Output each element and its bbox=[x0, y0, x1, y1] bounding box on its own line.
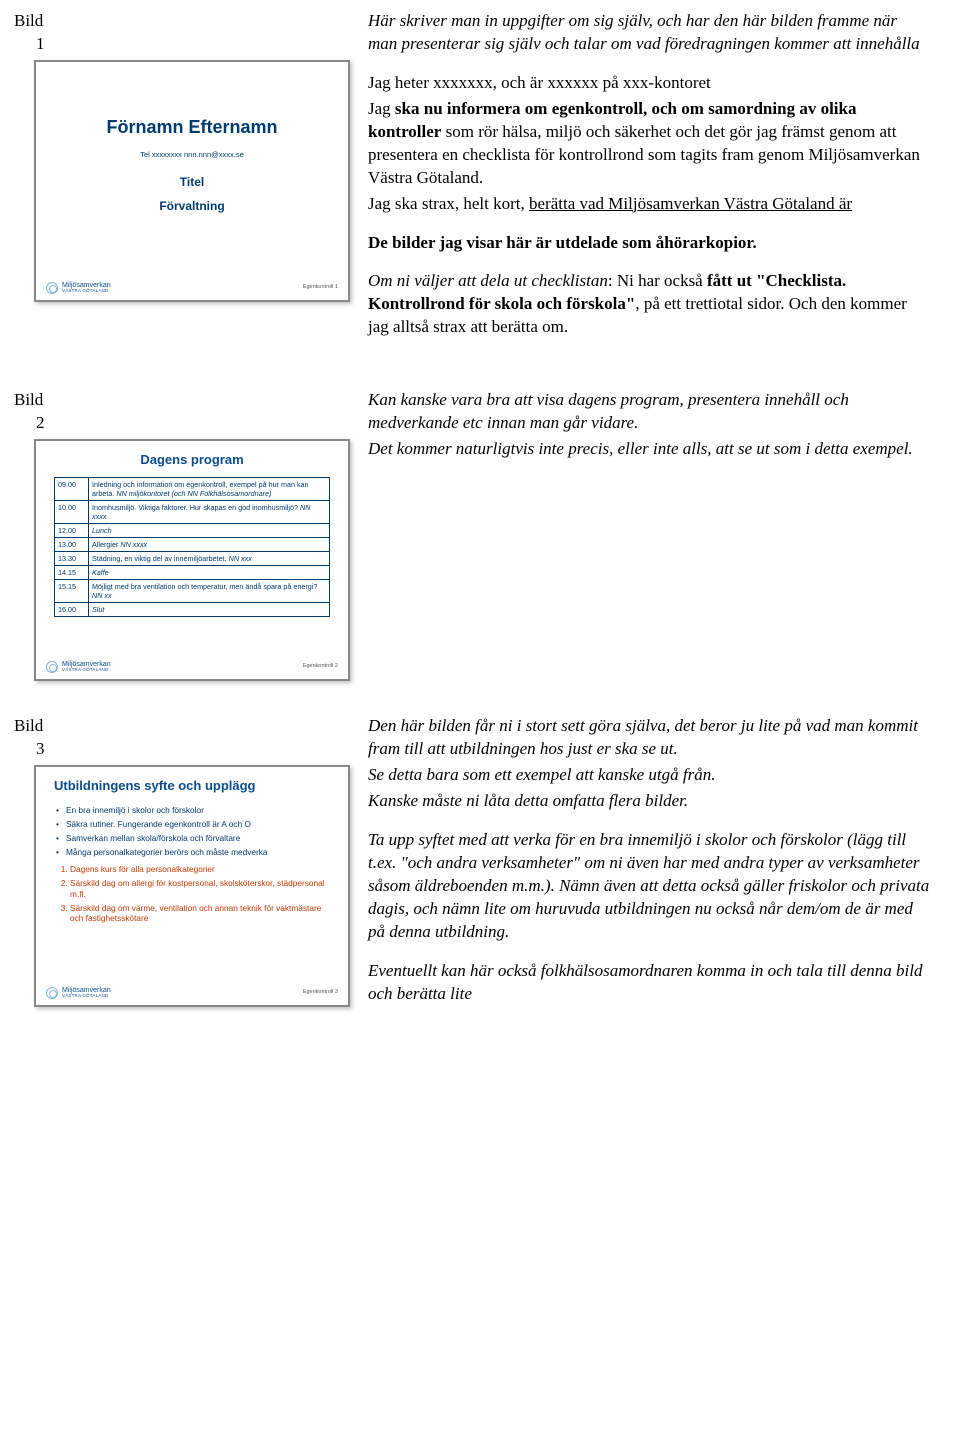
r3-p1b: Se detta bara som ett exempel att kanske… bbox=[368, 764, 930, 787]
slide-3-body: Utbildningens syfte och upplägg En bra i… bbox=[36, 767, 348, 983]
list-item: Dagens kurs för alla personalkategorier bbox=[70, 864, 330, 875]
r1-p3: De bilder jag visar här är utdelade som … bbox=[368, 232, 930, 255]
logo-sub: VÄSTRA GÖTALAND bbox=[62, 289, 111, 294]
r3-p3: Eventuellt kan här också folkhälsosamord… bbox=[368, 960, 930, 1006]
slide1-tel: Tel xxxxxxxx nnn.nnn@xxxx.se bbox=[140, 150, 243, 160]
slide1-sub2: Förvaltning bbox=[159, 198, 224, 214]
r1-p4-it: Om ni väljer att dela ut checklistan bbox=[368, 271, 608, 290]
r2-p2: Det kommer naturligtvis inte precis, ell… bbox=[368, 438, 930, 461]
left-col-3: Bild 3 Utbildningens syfte och upplägg E… bbox=[14, 715, 350, 1021]
list-item: Särskild dag om värme, ventilation och a… bbox=[70, 903, 330, 925]
desc-cell: Lunch bbox=[89, 523, 330, 537]
doc-row-1: Bild 1 Förnamn Efternamn Tel xxxxxxxx nn… bbox=[0, 0, 960, 379]
left-col-2: Bild 2 Dagens program 09.00Inledning och… bbox=[14, 389, 350, 681]
logo-icon-2 bbox=[46, 661, 58, 673]
r1-p2c-under: berätta vad Miljösamverkan Västra Götala… bbox=[529, 194, 852, 213]
right-col-3: Den här bilden får ni i stort sett göra … bbox=[368, 715, 930, 1021]
slide2-title: Dagens program bbox=[54, 451, 330, 469]
doc-row-2: Bild 2 Dagens program 09.00Inledning och… bbox=[0, 379, 960, 705]
list-item: Säkra rutiner. Fungerande egenkontroll ä… bbox=[54, 819, 330, 830]
doc-row-3: Bild 3 Utbildningens syfte och upplägg E… bbox=[0, 705, 960, 1045]
table-row: 10.00Inomhusmiljö. Viktiga faktorer. Hur… bbox=[55, 500, 330, 523]
r3-p1a: Den här bilden får ni i stort sett göra … bbox=[368, 715, 930, 761]
time-cell: 09.00 bbox=[55, 477, 89, 500]
list-item: Samverkan mellan skola/förskola och förv… bbox=[54, 833, 330, 844]
desc-cell: Slut bbox=[89, 602, 330, 616]
logo-icon bbox=[46, 282, 58, 294]
time-cell: 14.15 bbox=[55, 565, 89, 579]
slide-2-footer: Miljösamverkan VÄSTRA GÖTALAND Egenkontr… bbox=[36, 655, 348, 679]
time-cell: 10.00 bbox=[55, 500, 89, 523]
logo-3: Miljösamverkan VÄSTRA GÖTALAND bbox=[46, 987, 303, 999]
desc-cell: Möjligt med bra ventilation och temperat… bbox=[89, 579, 330, 602]
bild-word: Bild bbox=[14, 10, 43, 33]
list-item: Särskild dag om allergi för kostpersonal… bbox=[70, 878, 330, 900]
time-cell: 15.15 bbox=[55, 579, 89, 602]
slide3-bullets: En bra innemiljö i skolor och förskolor S… bbox=[54, 805, 330, 859]
slide3-footer-num: Egenkontroll 3 bbox=[303, 989, 338, 996]
bild-num-1: 1 bbox=[14, 33, 45, 56]
bild-num-3: 3 bbox=[14, 738, 45, 761]
slide1-title: Förnamn Efternamn bbox=[106, 115, 277, 139]
r3-p1c: Kanske måste ni låta detta omfatta flera… bbox=[368, 790, 930, 813]
slide-1-body: Förnamn Efternamn Tel xxxxxxxx nnn.nnn@x… bbox=[36, 62, 348, 278]
table-row: 13.00Allergier NN xxxx bbox=[55, 537, 330, 551]
desc-cell: Inomhusmiljö. Viktiga faktorer. Hur skap… bbox=[89, 500, 330, 523]
slide-3: Utbildningens syfte och upplägg En bra i… bbox=[34, 765, 350, 1007]
bild-word-3: Bild bbox=[14, 715, 43, 738]
table-row: 12.00Lunch bbox=[55, 523, 330, 537]
right-col-1: Här skriver man in uppgifter om sig själ… bbox=[368, 10, 930, 355]
table-row: 09.00Inledning och information om egenko… bbox=[55, 477, 330, 500]
slide-2-body: Dagens program 09.00Inledning och inform… bbox=[36, 441, 348, 657]
table-row: 14.15Kaffe bbox=[55, 565, 330, 579]
time-cell: 12.00 bbox=[55, 523, 89, 537]
bild-num-2: 2 bbox=[14, 412, 45, 435]
r3-p2a: Ta upp syftet med att verka för en bra i… bbox=[368, 829, 930, 944]
slide-2: Dagens program 09.00Inledning och inform… bbox=[34, 439, 350, 681]
table-row: 13.30Städning, en viktig del av innemilj… bbox=[55, 551, 330, 565]
desc-cell: Kaffe bbox=[89, 565, 330, 579]
slide1-footer-num: Egenkontroll 1 bbox=[303, 284, 338, 291]
logo-sub-3: VÄSTRA GÖTALAND bbox=[62, 994, 111, 999]
slide3-numlist: Dagens kurs för alla personalkategorier S… bbox=[70, 864, 330, 924]
slide1-sub1: Titel bbox=[180, 174, 204, 190]
slide-label-3: Bild 3 bbox=[14, 715, 45, 761]
slide-label-1: Bild 1 bbox=[14, 10, 45, 56]
logo-sub-2: VÄSTRA GÖTALAND bbox=[62, 668, 111, 673]
desc-cell: Inledning och information om egenkontrol… bbox=[89, 477, 330, 500]
logo-icon-3 bbox=[46, 987, 58, 999]
slide-1: Förnamn Efternamn Tel xxxxxxxx nnn.nnn@x… bbox=[34, 60, 350, 302]
right-col-2: Kan kanske vara bra att visa dagens prog… bbox=[368, 389, 930, 681]
slide-label-2: Bild 2 bbox=[14, 389, 45, 435]
left-col-1: Bild 1 Förnamn Efternamn Tel xxxxxxxx nn… bbox=[14, 10, 350, 355]
r2-p1: Kan kanske vara bra att visa dagens prog… bbox=[368, 389, 930, 435]
list-item: En bra innemiljö i skolor och förskolor bbox=[54, 805, 330, 816]
desc-cell: Städning, en viktig del av innemiljöarbe… bbox=[89, 551, 330, 565]
time-cell: 13.00 bbox=[55, 537, 89, 551]
r1-p2c-pre: Jag ska strax, helt kort, bbox=[368, 194, 529, 213]
slide2-footer-num: Egenkontroll 2 bbox=[303, 663, 338, 670]
r1-p2a: Jag heter xxxxxxx, och är xxxxxx på xxx-… bbox=[368, 72, 930, 95]
logo-2: Miljösamverkan VÄSTRA GÖTALAND bbox=[46, 661, 303, 673]
time-cell: 16.00 bbox=[55, 602, 89, 616]
slide-3-footer: Miljösamverkan VÄSTRA GÖTALAND Egenkontr… bbox=[36, 981, 348, 1005]
r1-p2b-pre: Jag bbox=[368, 99, 395, 118]
list-item: Många personalkategorier berörs och måst… bbox=[54, 847, 330, 858]
r1-p2c: Jag ska strax, helt kort, berätta vad Mi… bbox=[368, 193, 930, 216]
r1-p4: Om ni väljer att dela ut checklistan: Ni… bbox=[368, 270, 930, 339]
slide2-table: 09.00Inledning och information om egenko… bbox=[54, 477, 330, 617]
r1-p2b-post: som rör hälsa, miljö och säkerhet och de… bbox=[368, 122, 920, 187]
r1-p2b: Jag ska nu informera om egenkontroll, oc… bbox=[368, 98, 930, 190]
slide3-title: Utbildningens syfte och upplägg bbox=[54, 777, 330, 795]
logo: Miljösamverkan VÄSTRA GÖTALAND bbox=[46, 282, 303, 294]
r1-intro: Här skriver man in uppgifter om sig själ… bbox=[368, 10, 930, 56]
table-row: 15.15Möjligt med bra ventilation och tem… bbox=[55, 579, 330, 602]
slide-1-footer: Miljösamverkan VÄSTRA GÖTALAND Egenkontr… bbox=[36, 276, 348, 300]
bild-word-2: Bild bbox=[14, 389, 43, 412]
desc-cell: Allergier NN xxxx bbox=[89, 537, 330, 551]
table-row: 16.00Slut bbox=[55, 602, 330, 616]
r1-p4-a: : Ni har också bbox=[608, 271, 707, 290]
time-cell: 13.30 bbox=[55, 551, 89, 565]
